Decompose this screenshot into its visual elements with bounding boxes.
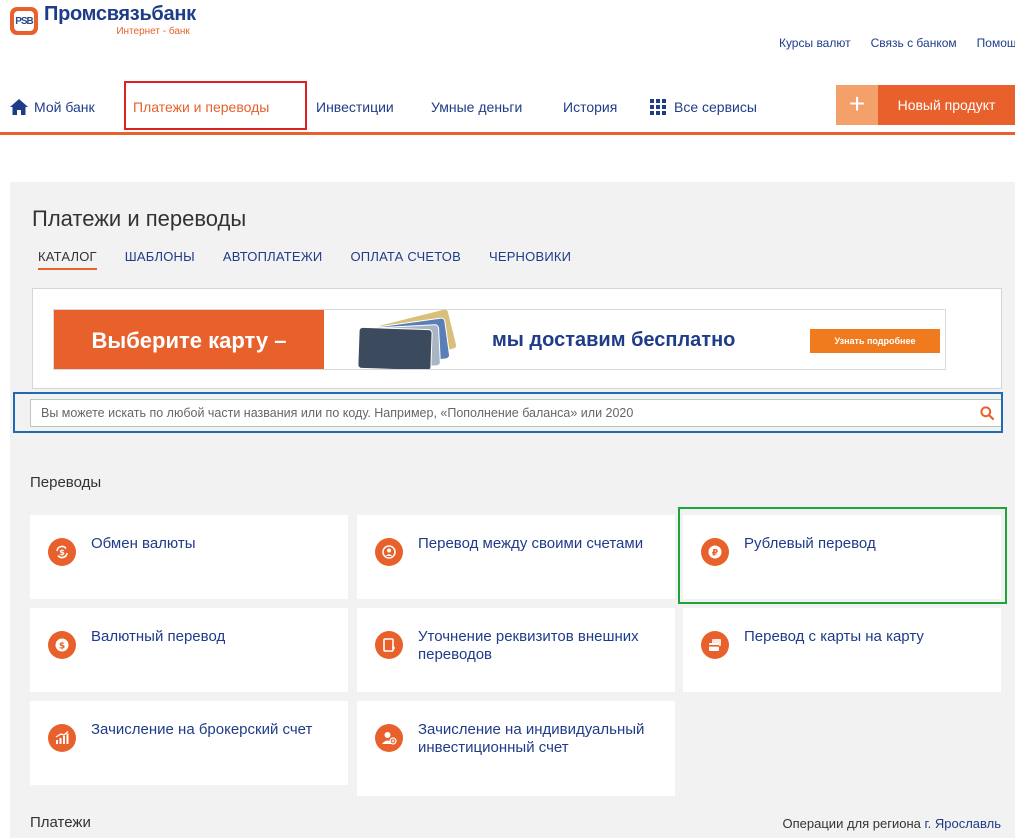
top-link-contact[interactable]: Связь с банком bbox=[871, 36, 957, 50]
tab-drafts[interactable]: ЧЕРНОВИКИ bbox=[489, 249, 571, 270]
investor-icon bbox=[375, 724, 403, 752]
bank-cards-icon bbox=[344, 310, 474, 369]
page-title: Платежи и переводы bbox=[32, 206, 247, 231]
tile-label: Перевод между своими счетами bbox=[418, 535, 644, 552]
document-edit-icon bbox=[375, 631, 403, 659]
tile-clarify-external-transfer[interactable]: Уточнение реквизитов внешних переводов bbox=[357, 608, 675, 692]
region-prefix: Операции для региона bbox=[782, 816, 925, 831]
nav-item-history[interactable]: История bbox=[563, 90, 617, 124]
tab-autopayments[interactable]: АВТОПЛАТЕЖИ bbox=[223, 249, 323, 270]
top-links: Курсы валют Связь с банком Помощь bbox=[779, 36, 1015, 50]
chart-growth-icon bbox=[48, 724, 76, 752]
nav-item-all-services[interactable]: Все сервисы bbox=[650, 90, 757, 124]
nav-item-investments[interactable]: Инвестиции bbox=[316, 90, 394, 124]
new-product-label: Новый продукт bbox=[878, 85, 1015, 125]
top-link-help[interactable]: Помощь bbox=[977, 36, 1015, 50]
logo-mark-icon: PSB bbox=[10, 7, 38, 35]
tab-bill-payment[interactable]: ОПЛАТА СЧЕТОВ bbox=[350, 249, 460, 270]
top-link-rates[interactable]: Курсы валют bbox=[779, 36, 851, 50]
nav-label-smart-money: Умные деньги bbox=[431, 99, 523, 115]
tile-label: Валютный перевод bbox=[91, 628, 226, 645]
banner-subline: мы доставим бесплатно bbox=[492, 329, 736, 351]
dollar-icon: $ bbox=[48, 631, 76, 659]
nav-label-investments: Инвестиции bbox=[316, 99, 394, 115]
tab-catalog[interactable]: КАТАЛОГ bbox=[38, 249, 97, 270]
tile-label: Зачисление на индивидуальный инвестицион… bbox=[418, 721, 645, 756]
nav-label-all-services: Все сервисы bbox=[674, 99, 757, 115]
promo-banner-container: Выберите карту – мы доставим бесплатно У… bbox=[32, 288, 1002, 389]
new-product-button[interactable]: + Новый продукт bbox=[836, 85, 1015, 125]
page: PSB Промсвязьбанк Интернет - банк Курсы … bbox=[0, 0, 1015, 838]
tile-brokerage-deposit[interactable]: Зачисление на брокерский счет bbox=[30, 701, 348, 785]
banner-headline: Выберите карту – bbox=[54, 310, 324, 369]
nav-item-my-bank[interactable]: Мой банк bbox=[10, 90, 95, 124]
grid-icon bbox=[650, 99, 666, 115]
tile-iis-deposit[interactable]: Зачисление на индивидуальный инвестицион… bbox=[357, 701, 675, 796]
promo-banner[interactable]: Выберите карту – мы доставим бесплатно У… bbox=[53, 309, 946, 370]
svg-text:$: $ bbox=[59, 642, 65, 652]
svg-text:$: $ bbox=[59, 548, 65, 557]
highlight-box-search bbox=[13, 392, 1003, 433]
tile-card-to-card[interactable]: Перевод с карты на карту bbox=[683, 608, 1001, 692]
card-to-card-icon bbox=[701, 631, 729, 659]
bank-logo[interactable]: PSB Промсвязьбанк Интернет - банк bbox=[10, 4, 196, 37]
highlight-box-payments bbox=[124, 81, 307, 130]
tile-currency-transfer[interactable]: $ Валютный перевод bbox=[30, 608, 348, 692]
tile-label: Обмен валюты bbox=[91, 535, 196, 552]
banner-learn-more-button[interactable]: Узнать подробнее bbox=[810, 329, 940, 353]
region-info: Операции для региона г. Ярославль bbox=[783, 816, 1001, 831]
tab-templates[interactable]: ШАБЛОНЫ bbox=[125, 249, 195, 270]
home-icon bbox=[10, 99, 28, 115]
plus-icon: + bbox=[836, 85, 878, 125]
tile-currency-exchange[interactable]: $ Обмен валюты bbox=[30, 515, 348, 599]
tile-label: Зачисление на брокерский счет bbox=[91, 721, 313, 738]
section-title-transfers: Переводы bbox=[30, 474, 102, 491]
tile-label: Уточнение реквизитов внешних переводов bbox=[418, 628, 639, 663]
logo-name: Промсвязьбанк bbox=[44, 3, 196, 25]
logo-mark-text: PSB bbox=[14, 11, 34, 31]
nav-item-smart-money[interactable]: Умные деньги bbox=[431, 90, 522, 124]
section-tabs: КАТАЛОГ ШАБЛОНЫ АВТОПЛАТЕЖИ ОПЛАТА СЧЕТО… bbox=[38, 249, 571, 270]
currency-exchange-icon: $ bbox=[48, 538, 76, 566]
highlight-box-ruble-transfer bbox=[678, 507, 1007, 604]
own-accounts-transfer-icon bbox=[375, 538, 403, 566]
section-title-payments: Платежи bbox=[30, 814, 91, 831]
nav-label-history: История bbox=[563, 99, 618, 115]
tile-label: Перевод с карты на карту bbox=[744, 628, 924, 645]
tile-own-accounts-transfer[interactable]: Перевод между своими счетами bbox=[357, 515, 675, 599]
nav-divider bbox=[0, 132, 1015, 135]
region-link[interactable]: г. Ярославль bbox=[924, 816, 1001, 831]
nav-label-my-bank: Мой банк bbox=[34, 99, 95, 115]
logo-subtitle: Интернет - банк bbox=[116, 26, 190, 37]
